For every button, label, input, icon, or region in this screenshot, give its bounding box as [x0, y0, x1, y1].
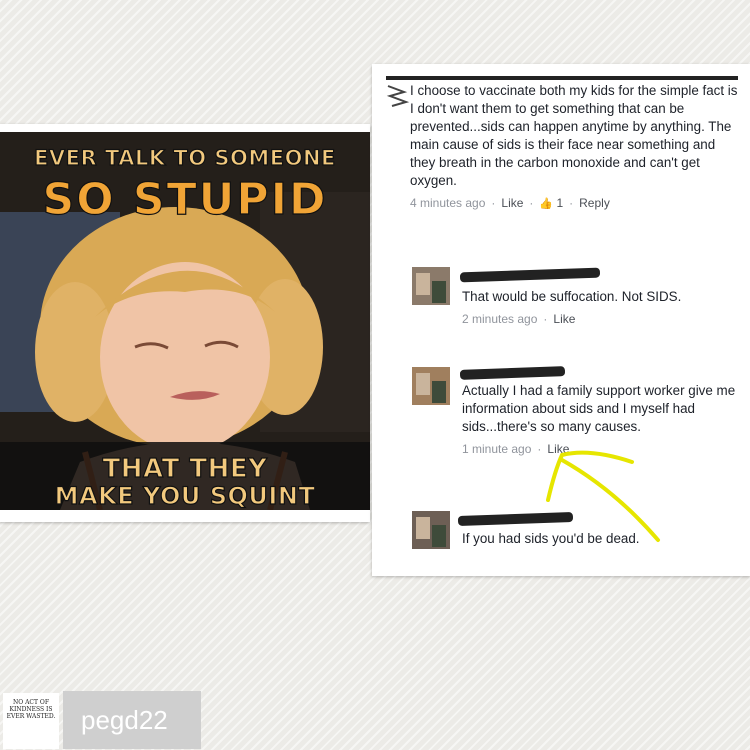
avatar[interactable]	[412, 267, 450, 305]
comment-4-text: If you had sids you'd be dead.	[462, 531, 640, 546]
comment-2-like-link[interactable]: Like	[553, 312, 575, 326]
redacted-name	[459, 366, 566, 380]
comment-1-like-link[interactable]: Like	[501, 196, 523, 210]
comment-2-text: That would be suffocation. Not SIDS.	[462, 289, 682, 304]
comment-1-time: 4 minutes ago	[410, 196, 486, 210]
logo: NO ACT OF KINDNESS IS EVER WASTED.	[3, 693, 59, 749]
comment-1-like-count: 1	[556, 196, 564, 210]
comment-3-time: 1 minute ago	[462, 442, 532, 456]
top-divider	[386, 76, 738, 80]
avatar[interactable]	[412, 511, 450, 549]
username: pegd22	[81, 705, 168, 735]
redacted-name	[459, 267, 601, 283]
meme-caption-line-3: THAT THEY	[102, 453, 268, 484]
comment-2-time: 2 minutes ago	[462, 312, 538, 326]
avatar[interactable]	[412, 367, 450, 405]
meme-photo: EVER TALK TO SOMEONE SO STUPID THAT THEY…	[0, 132, 370, 510]
logo-text: NO ACT OF KINDNESS IS EVER WASTED.	[6, 699, 56, 720]
comment-3: Actually I had a family support worker g…	[462, 382, 742, 456]
meme-caption-line-2: SO STUPID	[42, 173, 328, 225]
comment-2-meta: 2 minutes ago · Like	[462, 312, 576, 326]
comment-1: I choose to vaccinate both my kids for t…	[410, 82, 740, 210]
redacted-name	[457, 511, 574, 527]
comments-screenshot: I choose to vaccinate both my kids for t…	[372, 64, 750, 576]
thumbs-up-icon: 👍	[539, 198, 554, 210]
comment-1-meta: 4 minutes ago · Like · 👍 1 · Reply	[410, 196, 610, 210]
meme-caption-line-4: MAKE YOU SQUINT	[54, 481, 316, 510]
comment-4: If you had sids you'd be dead.	[462, 530, 742, 548]
username-badge[interactable]: pegd22	[63, 691, 201, 749]
meme-card: EVER TALK TO SOMEONE SO STUPID THAT THEY…	[0, 124, 370, 522]
comment-3-like-link[interactable]: Like	[547, 442, 569, 456]
comment-1-text: I choose to vaccinate both my kids for t…	[410, 83, 738, 188]
redaction-scribble	[384, 82, 410, 115]
meme-caption-line-1: EVER TALK TO SOMEONE	[33, 145, 336, 170]
comment-1-reply-link[interactable]: Reply	[579, 196, 610, 210]
comment-3-meta: 1 minute ago · Like	[462, 442, 570, 456]
comment-2: That would be suffocation. Not SIDS. 2 m…	[462, 288, 742, 326]
comment-3-text: Actually I had a family support worker g…	[462, 383, 736, 434]
